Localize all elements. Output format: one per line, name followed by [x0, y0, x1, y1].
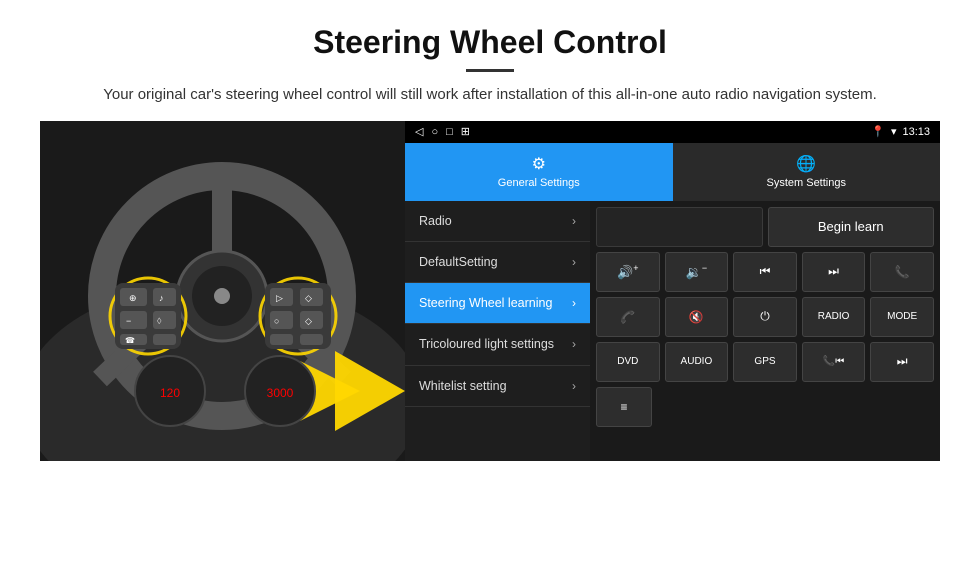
prev-track-icon: ⏮	[760, 264, 771, 279]
menu-arrow-radio: ›	[572, 214, 576, 228]
power-button[interactable]: ⏻	[733, 297, 797, 337]
gps-button[interactable]: GPS	[733, 342, 797, 382]
menu-arrow-default: ›	[572, 255, 576, 269]
general-settings-icon: ⚙	[532, 154, 546, 174]
controls-row-4: DVD AUDIO GPS 📞⏮ ⏭	[596, 342, 934, 382]
svg-text:120: 120	[160, 386, 180, 400]
menu-item-radio-label: Radio	[419, 213, 452, 229]
content-area: ⊕ ♪ − ◊ ☎ ▷ ◇ ○ ◇	[40, 121, 940, 461]
phone-button[interactable]: 📞	[870, 252, 934, 292]
back-nav-icon[interactable]: ◁	[415, 125, 423, 138]
svg-text:◊: ◊	[157, 316, 162, 326]
tab-system-settings[interactable]: 🌐 System Settings	[673, 143, 941, 201]
menu-item-steering-label: Steering Wheel learning	[419, 295, 552, 311]
menu-arrow-tricoloured: ›	[572, 337, 576, 351]
head-unit: ◁ ○ □ ⊞ 📍 ▾ 13:13 ⚙ General Settings	[405, 121, 940, 461]
time-display: 13:13	[902, 126, 930, 138]
controls-row-3: 📞 🔇 ⏻ RADIO MODE	[596, 297, 934, 337]
audio-button[interactable]: AUDIO	[665, 342, 729, 382]
tab-general-label: General Settings	[498, 177, 580, 189]
svg-text:☎: ☎	[125, 336, 135, 345]
svg-text:⊕: ⊕	[129, 293, 137, 303]
menu-item-default-label: DefaultSetting	[419, 254, 498, 270]
svg-text:♪: ♪	[159, 293, 164, 303]
empty-slot-1	[596, 207, 763, 247]
next-track-button[interactable]: ⏭	[802, 252, 866, 292]
main-panel: Radio › DefaultSetting › Steering Wheel …	[405, 201, 940, 461]
svg-text:3000: 3000	[267, 386, 294, 400]
menu-item-tricoloured-label: Tricoloured light settings	[419, 336, 554, 352]
phone-icon: 📞	[895, 265, 910, 279]
next-track-icon: ⏭	[828, 264, 839, 279]
menu-arrow-steering: ›	[572, 296, 576, 310]
skip-next-button[interactable]: ⏭	[870, 342, 934, 382]
power-icon: ⏻	[760, 309, 770, 324]
special-button[interactable]: ≡	[596, 387, 652, 427]
mute-button[interactable]: 🔇	[665, 297, 729, 337]
radio-mode-button[interactable]: RADIO	[802, 297, 866, 337]
controls-row-1: Begin learn	[596, 207, 934, 247]
svg-text:◇: ◇	[305, 316, 312, 326]
radio-label: RADIO	[818, 311, 850, 322]
home-nav-icon[interactable]: ○	[431, 126, 438, 138]
tabs-container: ⚙ General Settings 🌐 System Settings	[405, 143, 940, 201]
status-bar-nav-icons: ◁ ○ □ ⊞	[415, 125, 470, 138]
status-bar: ◁ ○ □ ⊞ 📍 ▾ 13:13	[405, 121, 940, 143]
vol-down-button[interactable]: 🔉−	[665, 252, 729, 292]
dvd-button[interactable]: DVD	[596, 342, 660, 382]
vol-down-icon: 🔉−	[686, 263, 707, 280]
signal-icon: ▾	[891, 125, 897, 138]
system-settings-icon: 🌐	[796, 154, 816, 174]
tab-general-settings[interactable]: ⚙ General Settings	[405, 143, 673, 201]
subtitle: Your original car's steering wheel contr…	[80, 84, 900, 107]
begin-learn-label: Begin learn	[818, 219, 884, 234]
dvd-label: DVD	[617, 356, 638, 367]
audio-label: AUDIO	[681, 356, 713, 367]
special-icon: ≡	[620, 400, 627, 414]
skip-next-icon: ⏭	[897, 354, 908, 369]
menu-item-radio[interactable]: Radio ›	[405, 201, 590, 242]
mute-icon: 🔇	[689, 310, 704, 324]
svg-text:▷: ▷	[276, 293, 283, 303]
menu-item-tricoloured[interactable]: Tricoloured light settings ›	[405, 324, 590, 365]
prev-track-button[interactable]: ⏮	[733, 252, 797, 292]
mode-label: MODE	[887, 311, 917, 322]
menu-item-default[interactable]: DefaultSetting ›	[405, 242, 590, 283]
svg-text:◇: ◇	[305, 293, 312, 303]
svg-text:○: ○	[274, 316, 279, 326]
page-title: Steering Wheel Control	[40, 24, 940, 61]
vol-up-icon: 🔊+	[617, 263, 638, 280]
recent-nav-icon[interactable]: □	[446, 126, 453, 138]
tel-prev-button[interactable]: 📞⏮	[802, 342, 866, 382]
menu-item-steering[interactable]: Steering Wheel learning ›	[405, 283, 590, 324]
answer-icon: 📞	[621, 309, 635, 324]
status-bar-right-icons: 📍 ▾ 13:13	[871, 125, 930, 138]
svg-text:−: −	[126, 316, 131, 326]
controls-panel: Begin learn 🔊+ 🔉− ⏮	[590, 201, 940, 461]
title-section: Steering Wheel Control Your original car…	[40, 24, 940, 107]
tel-prev-icon: 📞⏮	[823, 356, 844, 367]
controls-row-5: ≡	[596, 387, 934, 427]
menu-item-whitelist[interactable]: Whitelist setting ›	[405, 366, 590, 407]
gps-label: GPS	[754, 356, 775, 367]
menu-arrow-whitelist: ›	[572, 379, 576, 393]
controls-row-2: 🔊+ 🔉− ⏮ ⏭ 📞	[596, 252, 934, 292]
begin-learn-button[interactable]: Begin learn	[768, 207, 935, 247]
menu-nav-icon[interactable]: ⊞	[461, 125, 470, 138]
steering-wheel-image: ⊕ ♪ − ◊ ☎ ▷ ◇ ○ ◇	[40, 121, 405, 461]
vol-up-button[interactable]: 🔊+	[596, 252, 660, 292]
menu-list: Radio › DefaultSetting › Steering Wheel …	[405, 201, 590, 461]
tab-system-label: System Settings	[767, 177, 846, 189]
title-divider	[466, 69, 514, 72]
mode-button[interactable]: MODE	[870, 297, 934, 337]
answer-call-button[interactable]: 📞	[596, 297, 660, 337]
location-icon: 📍	[871, 125, 885, 138]
page-wrapper: Steering Wheel Control Your original car…	[0, 0, 980, 477]
menu-item-whitelist-label: Whitelist setting	[419, 378, 507, 394]
